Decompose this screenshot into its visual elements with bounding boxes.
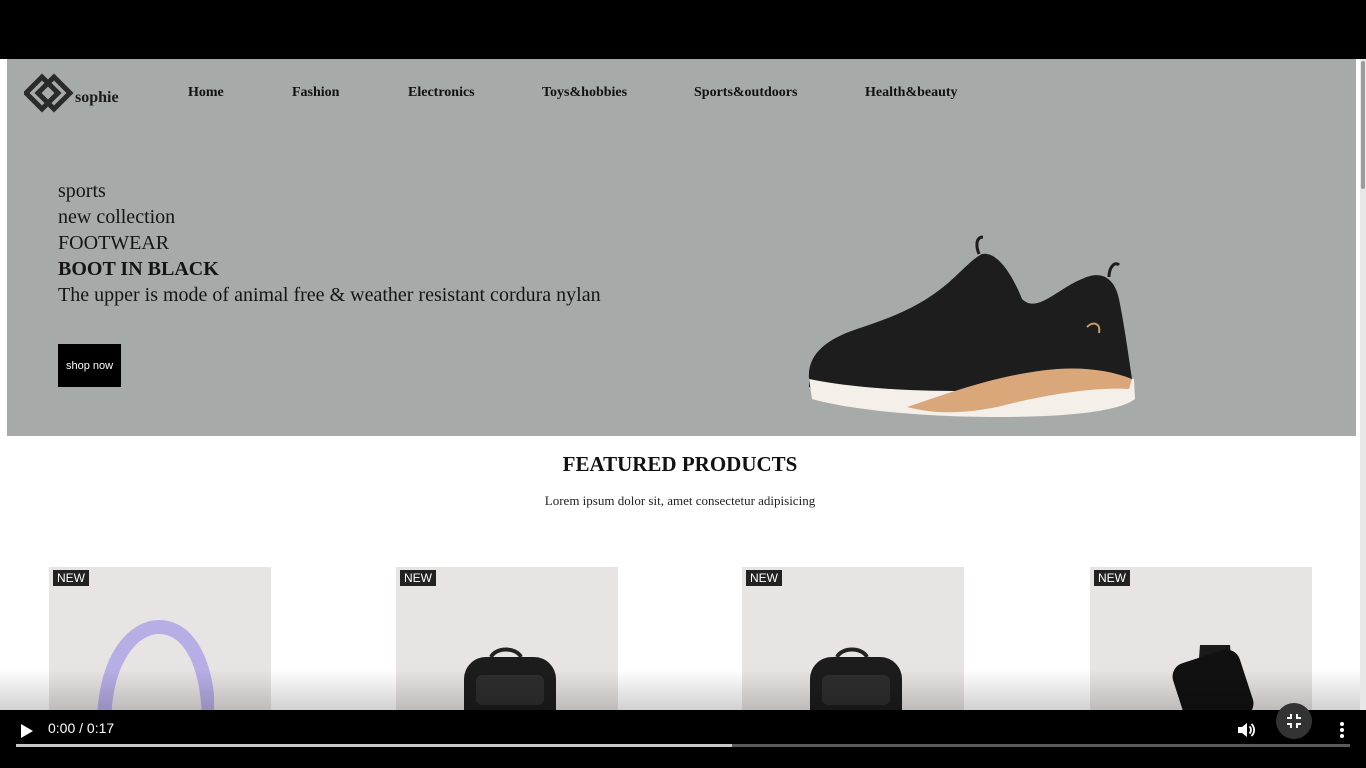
shop-now-button[interactable]: shop now	[58, 344, 121, 387]
hero-product-title: BOOT IN BLACK	[58, 258, 219, 280]
video-controls: 0:00 / 0:17	[0, 703, 1366, 768]
nav-sports-outdoors[interactable]: Sports&outdoors	[694, 85, 797, 101]
exit-fullscreen-button[interactable]	[1276, 703, 1312, 739]
nav-health-beauty[interactable]: Health&beauty	[865, 85, 958, 101]
progress-buffered	[16, 744, 732, 747]
nav-home[interactable]: Home	[188, 85, 224, 101]
volume-icon[interactable]	[1236, 720, 1256, 740]
featured-subtitle: Lorem ipsum dolor sit, amet consectetur …	[544, 493, 816, 508]
exit-fullscreen-icon	[1287, 714, 1301, 728]
new-badge: NEW	[1094, 570, 1130, 586]
time-display: 0:00 / 0:17	[48, 720, 115, 736]
nav-electronics[interactable]: Electronics	[408, 85, 475, 101]
hero-banner: sophie Home Fashion Electronics Toys&hob…	[7, 59, 1356, 436]
hero-line-sports: sports	[58, 180, 106, 202]
video-frame[interactable]: sophie Home Fashion Electronics Toys&hob…	[0, 59, 1366, 710]
hero-description: The upper is mode of animal free & weath…	[58, 284, 601, 306]
logo-icon	[24, 73, 74, 113]
featured-title: FEATURED PRODUCTS	[562, 452, 798, 476]
hero-line-footwear: FOOTWEAR	[58, 232, 170, 254]
new-badge: NEW	[746, 570, 782, 586]
site-logo[interactable]: sophie	[24, 73, 134, 113]
play-icon[interactable]	[16, 721, 36, 741]
nav-fashion[interactable]: Fashion	[292, 85, 339, 101]
page-scrollbar-thumb[interactable]	[1361, 61, 1365, 189]
controls-gradient	[0, 669, 1366, 710]
logo-text: sophie	[75, 89, 119, 106]
nav-toys-hobbies[interactable]: Toys&hobbies	[542, 85, 627, 101]
new-badge: NEW	[400, 570, 436, 586]
more-options-icon[interactable]	[1334, 720, 1350, 740]
new-badge: NEW	[53, 570, 89, 586]
hero-line-collection: new collection	[58, 206, 176, 228]
sneaker-image	[808, 235, 1135, 417]
